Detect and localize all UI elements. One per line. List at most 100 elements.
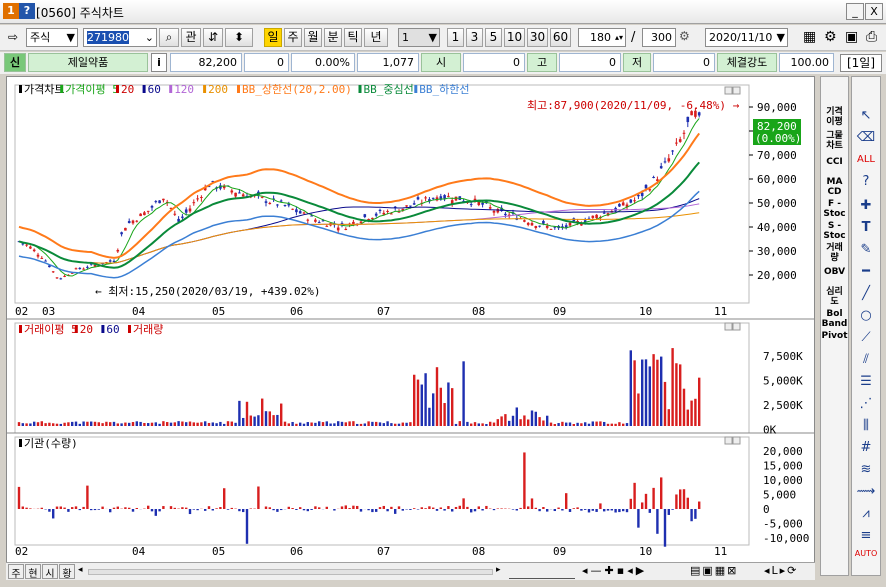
channel-icon[interactable]: ⫽	[852, 351, 880, 369]
interval-1-button[interactable]: 1	[447, 28, 464, 47]
interval-60-button[interactable]: 60	[550, 28, 571, 47]
scroll-left-icon[interactable]: ◂	[78, 565, 83, 575]
candle-body	[469, 204, 473, 206]
price-legend-item: BB_상한선(20,2.00)	[242, 83, 352, 96]
print-icon[interactable]: ⎙	[866, 29, 877, 45]
inst-bar	[333, 509, 336, 511]
tab-si[interactable]: 시	[42, 564, 58, 580]
inst-bar	[420, 507, 423, 509]
period-tag[interactable]: [1일]	[840, 54, 882, 72]
crosshair-icon[interactable]: ✚	[852, 197, 880, 215]
close-button[interactable]: X	[865, 3, 883, 20]
volume-bar	[485, 424, 488, 426]
inst-bar	[542, 507, 545, 509]
scroll-right-icon[interactable]: ▸	[496, 565, 501, 575]
stock-code-input[interactable]: 271980 ⌄	[83, 28, 157, 47]
interval-10-button[interactable]: 10	[504, 28, 525, 47]
period-month-button[interactable]: 월	[304, 28, 322, 47]
volume-legend-swatch	[74, 325, 78, 333]
indicator-2[interactable]: CCI	[821, 157, 848, 167]
tab-hwang[interactable]: 황	[59, 564, 75, 580]
speed-icon[interactable]: ⟿	[852, 483, 880, 501]
interval-5-button[interactable]: 5	[485, 28, 502, 47]
period-week-button[interactable]: 주	[284, 28, 302, 47]
gann-icon[interactable]: ⋰	[852, 395, 880, 413]
settings-small-icon[interactable]: ⚙	[679, 29, 690, 43]
line-icon[interactable]: ╱	[852, 285, 880, 303]
candle-body	[659, 166, 663, 169]
count-stepper[interactable]: 180 ▴▾	[578, 28, 626, 47]
indicator-7[interactable]: OBV	[821, 267, 848, 277]
gear-icon[interactable]: ⚙	[824, 29, 837, 45]
indicator-10[interactable]: Pivot	[821, 331, 848, 341]
interval-select[interactable]: 1 ▼	[398, 28, 440, 47]
grid-draw-icon[interactable]: #	[852, 439, 880, 457]
tab-ju[interactable]: 주	[8, 564, 24, 580]
cursor-icon[interactable]: ↖	[852, 107, 880, 125]
date-select[interactable]: 2020/11/10 ▼	[705, 28, 788, 47]
volume-bar	[318, 421, 321, 426]
nav-controls-icon[interactable]: ◂—✚▪◂▶	[582, 564, 647, 577]
inst-bar	[565, 493, 568, 509]
volume-bar	[534, 411, 537, 426]
fan-icon[interactable]: ⟋	[852, 329, 880, 347]
kwan-button[interactable]: 관	[181, 28, 201, 47]
ruler-icon[interactable]: ≡	[852, 527, 880, 545]
interval-30-button[interactable]: 30	[527, 28, 548, 47]
volume-legend-item: 60	[106, 323, 119, 336]
cycle-icon[interactable]: ⫼	[852, 417, 880, 435]
inst-bar	[55, 506, 59, 509]
indicator-8[interactable]: 심리 도	[821, 287, 848, 307]
market-select[interactable]: 주식 ▼	[26, 28, 78, 47]
inst-bar	[318, 507, 321, 509]
minimize-button[interactable]: _	[846, 3, 864, 20]
indicator-0[interactable]: 기격 이평	[821, 107, 848, 127]
zigzag-icon[interactable]: ⩘	[852, 505, 880, 523]
inst-bar	[147, 505, 150, 509]
period-minute-button[interactable]: 분	[324, 28, 342, 47]
inst-bar	[291, 508, 294, 509]
candle-body	[36, 254, 40, 257]
arrow-in-icon[interactable]: ⇨	[8, 30, 18, 44]
inst-bar	[386, 509, 389, 512]
zoom-slider[interactable]	[509, 565, 575, 579]
export-icons[interactable]: ▤▣▦⊠	[690, 564, 738, 577]
candle-body	[25, 244, 28, 246]
indicator-9[interactable]: Bol Band	[821, 309, 848, 329]
text-tool-icon[interactable]: T	[852, 219, 880, 237]
indicator-6[interactable]: 거래 량	[821, 243, 848, 263]
view-icons[interactable]: ◂L▸⟳	[764, 564, 798, 577]
volume-bar	[261, 398, 264, 426]
period-year-button[interactable]: 년	[364, 28, 388, 47]
period-day-button[interactable]: 일	[264, 28, 282, 47]
chart-svg[interactable]: 90,00080,00070,00060,00050,00040,00030,0…	[7, 77, 814, 575]
volume-bar	[648, 366, 651, 426]
inst-bar	[215, 508, 218, 509]
jump-icon[interactable]: ⇵	[203, 28, 223, 47]
parallel-icon[interactable]: ≋	[852, 461, 880, 479]
eraser-icon[interactable]: ⌫	[852, 129, 880, 147]
stepper-icon[interactable]: ⬍	[225, 28, 253, 47]
scrollbar-track[interactable]	[88, 569, 493, 575]
tab-hyeon[interactable]: 현	[25, 564, 41, 580]
indicator-1[interactable]: 그물 차트	[821, 131, 848, 151]
help-icon[interactable]: ?	[19, 3, 35, 19]
total-input[interactable]: 300	[642, 28, 676, 47]
hline-icon[interactable]: ━	[852, 263, 880, 281]
pencil-icon[interactable]: ✎	[852, 241, 880, 259]
info-icon[interactable]: i	[151, 53, 167, 72]
interval-3-button[interactable]: 3	[466, 28, 483, 47]
help-tool-icon[interactable]: ?	[852, 173, 880, 191]
candle-body	[143, 212, 146, 216]
grid-icon[interactable]: ▦	[803, 29, 816, 45]
circle-icon[interactable]: ○	[852, 307, 880, 325]
fibo-icon[interactable]: ☰	[852, 373, 880, 391]
auto-icon[interactable]: AUTO	[852, 545, 880, 563]
period-tick-button[interactable]: 틱	[344, 28, 362, 47]
all-delete-icon[interactable]: ALL	[852, 151, 880, 169]
indicator-4[interactable]: F - Stoc	[821, 199, 848, 219]
indicator-5[interactable]: S - Stoc	[821, 221, 848, 241]
save-icon[interactable]: ▣	[845, 29, 858, 45]
indicator-3[interactable]: MA CD	[821, 177, 848, 197]
search-icon[interactable]: ⌕	[159, 28, 179, 47]
